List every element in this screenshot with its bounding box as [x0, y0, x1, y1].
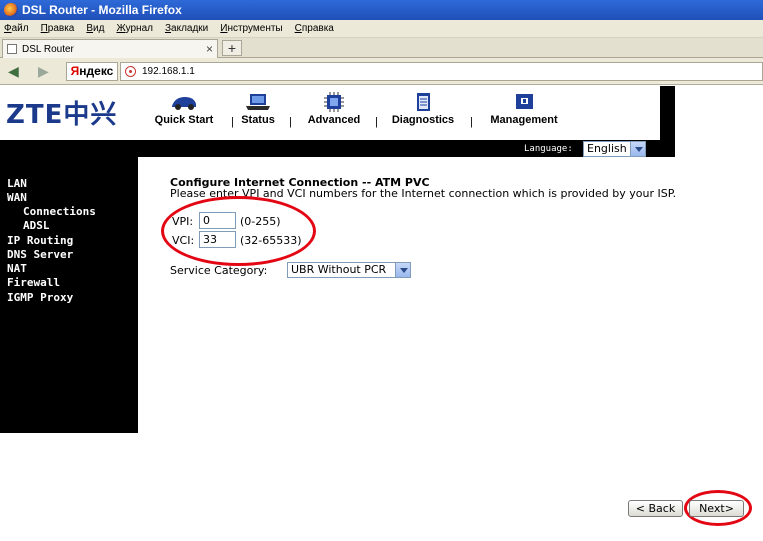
menu-help[interactable]: Справка [295, 23, 334, 34]
search-engine-button[interactable]: Яндекс [66, 62, 118, 81]
menu-edit[interactable]: Правка [41, 23, 75, 34]
sidebar-item-igmp-proxy[interactable]: IGMP Proxy [7, 291, 73, 304]
nav-separator: | [231, 116, 234, 128]
chevron-down-icon [630, 142, 645, 156]
nav-management[interactable]: Management [484, 92, 564, 126]
language-select[interactable]: English [583, 141, 646, 157]
service-category-label: Service Category: [170, 264, 268, 277]
chip-icon [324, 92, 344, 112]
next-button[interactable]: Next> [689, 500, 744, 517]
close-icon[interactable]: × [206, 42, 213, 56]
sidebar-item-connections[interactable]: Connections [23, 205, 96, 218]
service-category-select[interactable]: UBR Without PCR [287, 262, 411, 278]
window-title: DSL Router - Mozilla Firefox [22, 3, 182, 17]
menubar: Файл Правка Вид Журнал Закладки Инструме… [0, 20, 763, 38]
highlight-ellipse-vpi-vci [161, 196, 316, 266]
browser-tab[interactable]: DSL Router × [2, 39, 218, 58]
nav-separator: | [375, 116, 378, 128]
menu-bookmarks[interactable]: Закладки [165, 23, 208, 34]
nav-separator: | [470, 116, 473, 128]
tab-title: DSL Router [22, 43, 74, 55]
sidebar-item-firewall[interactable]: Firewall [7, 276, 60, 289]
menu-file[interactable]: Файл [4, 23, 29, 34]
service-category-value: UBR Without PCR [291, 263, 387, 276]
site-icon [125, 66, 136, 77]
language-label: Language: [524, 144, 573, 154]
navigation-bar: ◀ ▶ Яндекс [0, 58, 763, 85]
sidebar-item-dns-server[interactable]: DNS Server [7, 248, 73, 261]
chevron-down-icon [395, 263, 410, 277]
book-icon [516, 94, 533, 109]
nav-quick-start[interactable]: Quick Start [150, 92, 218, 126]
zte-logo: ZTE中兴 [6, 100, 118, 130]
back-arrow-icon[interactable]: ◀ [8, 63, 19, 80]
menu-tools[interactable]: Инструменты [220, 23, 282, 34]
menu-view[interactable]: Вид [86, 23, 104, 34]
language-band [0, 140, 675, 157]
app-window: DSL Router - Mozilla Firefox Файл Правка… [0, 0, 763, 541]
sidebar-item-wan[interactable]: WAN [7, 191, 27, 204]
address-bar[interactable] [120, 62, 763, 81]
url-input[interactable] [142, 66, 542, 77]
window-titlebar: DSL Router - Mozilla Firefox [0, 0, 763, 20]
router-header: ZTE中兴 Quick Start | Status | Advanced | … [0, 86, 675, 140]
nav-advanced[interactable]: Advanced [303, 92, 365, 126]
sidebar-item-nat[interactable]: NAT [7, 262, 27, 275]
car-icon [172, 97, 196, 110]
laptop-icon [246, 94, 270, 110]
forward-arrow-icon[interactable]: ▶ [38, 63, 49, 80]
sidebar-item-lan[interactable]: LAN [7, 177, 27, 190]
nav-separator: | [289, 116, 292, 128]
nav-status[interactable]: Status [237, 92, 279, 126]
page-icon [7, 44, 17, 54]
menu-history[interactable]: Журнал [116, 23, 153, 34]
sidebar-item-ip-routing[interactable]: IP Routing [7, 234, 73, 247]
sidebar-item-adsl[interactable]: ADSL [23, 219, 50, 232]
language-value: English [587, 142, 627, 155]
back-button[interactable]: < Back [628, 500, 683, 517]
nav-diagnostics[interactable]: Diagnostics [387, 92, 459, 126]
firefox-icon [4, 3, 18, 17]
tab-strip: DSL Router × + [0, 38, 763, 58]
new-tab-button[interactable]: + [222, 40, 242, 56]
clipboard-icon [417, 93, 430, 111]
